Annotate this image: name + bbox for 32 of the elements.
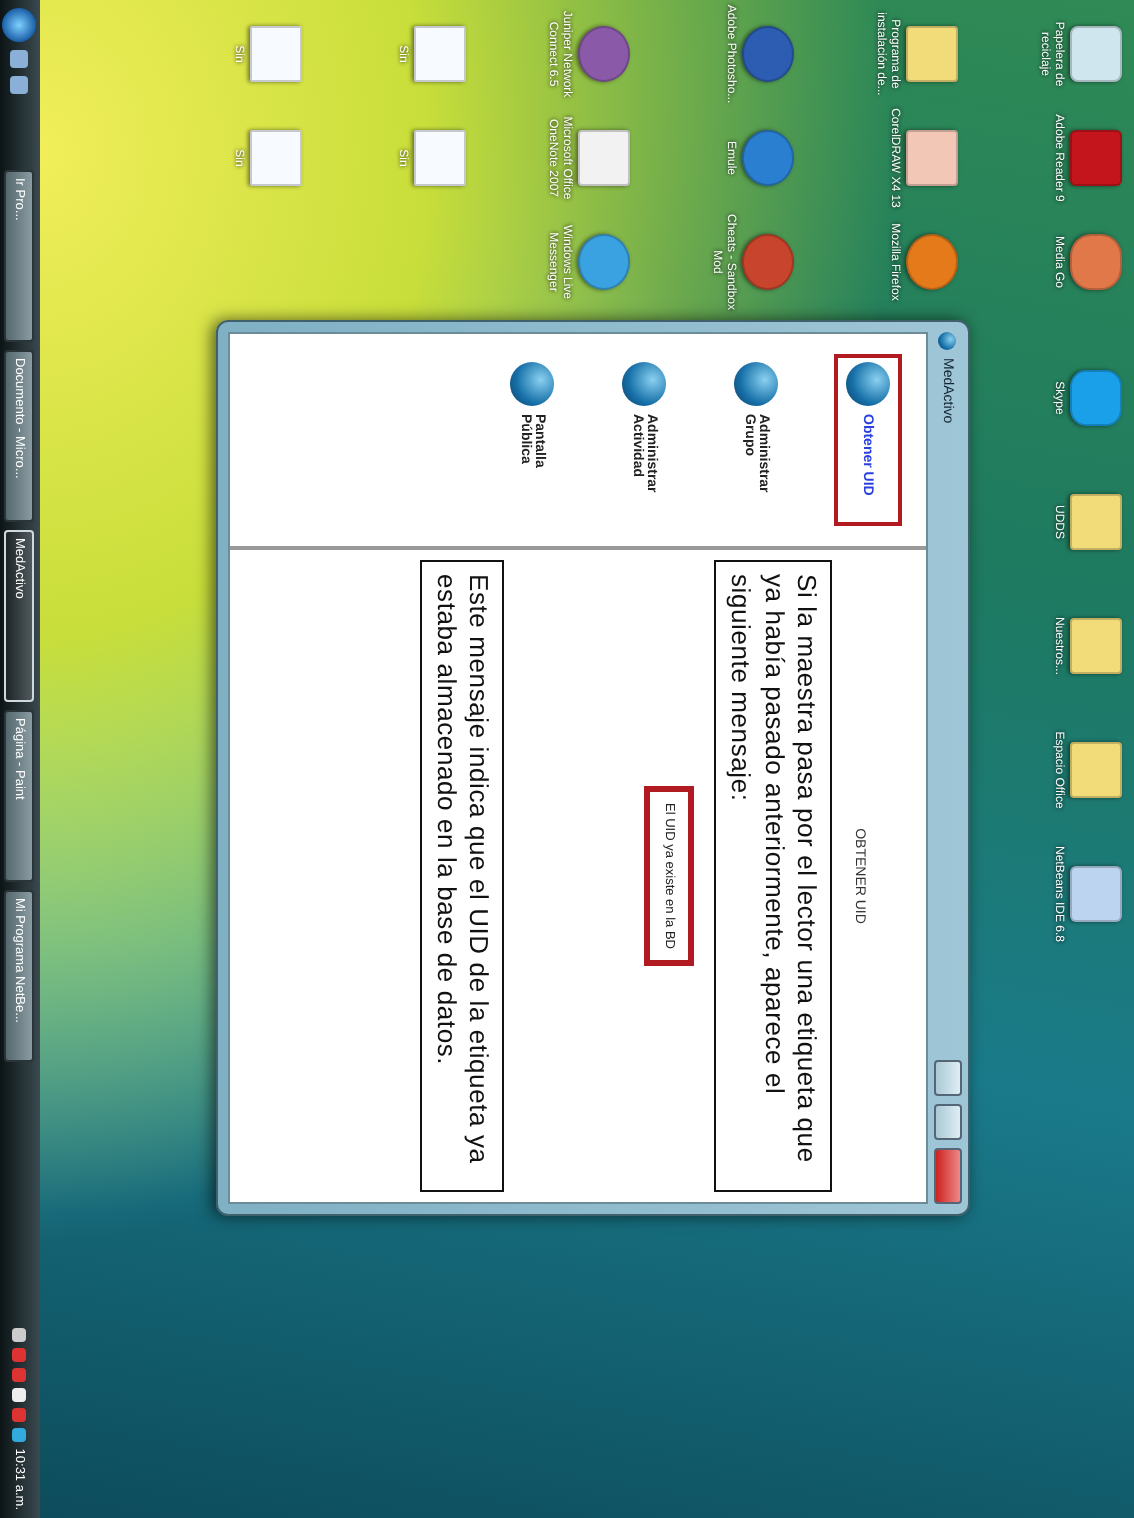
fox-icon[interactable]	[906, 234, 958, 290]
document-icon[interactable]	[250, 26, 302, 82]
orb-icon	[622, 362, 666, 406]
pdf-icon[interactable]	[1070, 130, 1122, 186]
app-icon	[939, 332, 957, 350]
folder-icon[interactable]	[1070, 742, 1122, 798]
camera-icon[interactable]	[742, 26, 794, 82]
orb-icon	[510, 362, 554, 406]
annotation-text: Este mensaje indica que el UID de la etiqueta ya estaba almacenado en la base de datos.	[419, 560, 505, 1192]
document-icon[interactable]	[250, 130, 302, 186]
minimize-button[interactable]	[934, 1060, 962, 1096]
photos-icon[interactable]	[906, 130, 958, 186]
close-button[interactable]	[934, 1148, 962, 1204]
ball-icon[interactable]	[742, 234, 794, 290]
annotation-text: Si la maestra pasa por el lector una etiqueta que ya había pasado anteriormente, aparece el siguiente mensaje:	[714, 560, 832, 1192]
folder-icon[interactable]	[906, 26, 958, 82]
disc-icon[interactable]	[578, 26, 630, 82]
maximize-button[interactable]	[934, 1104, 962, 1140]
globe-icon[interactable]	[742, 130, 794, 186]
folder-icon[interactable]	[1070, 494, 1122, 550]
document-icon[interactable]	[414, 130, 466, 186]
letter-icon[interactable]	[578, 130, 630, 186]
cube-icon[interactable]	[1070, 866, 1122, 922]
orb-icon	[846, 362, 890, 406]
orb-icon	[734, 362, 778, 406]
recycle-icon[interactable]	[1070, 26, 1122, 82]
document-icon[interactable]	[414, 26, 466, 82]
folder-icon[interactable]	[1070, 618, 1122, 674]
start-button[interactable]	[3, 8, 37, 42]
skype-icon[interactable]	[1070, 370, 1122, 426]
wave-icon[interactable]	[1070, 234, 1122, 290]
chat-icon[interactable]	[578, 234, 630, 290]
